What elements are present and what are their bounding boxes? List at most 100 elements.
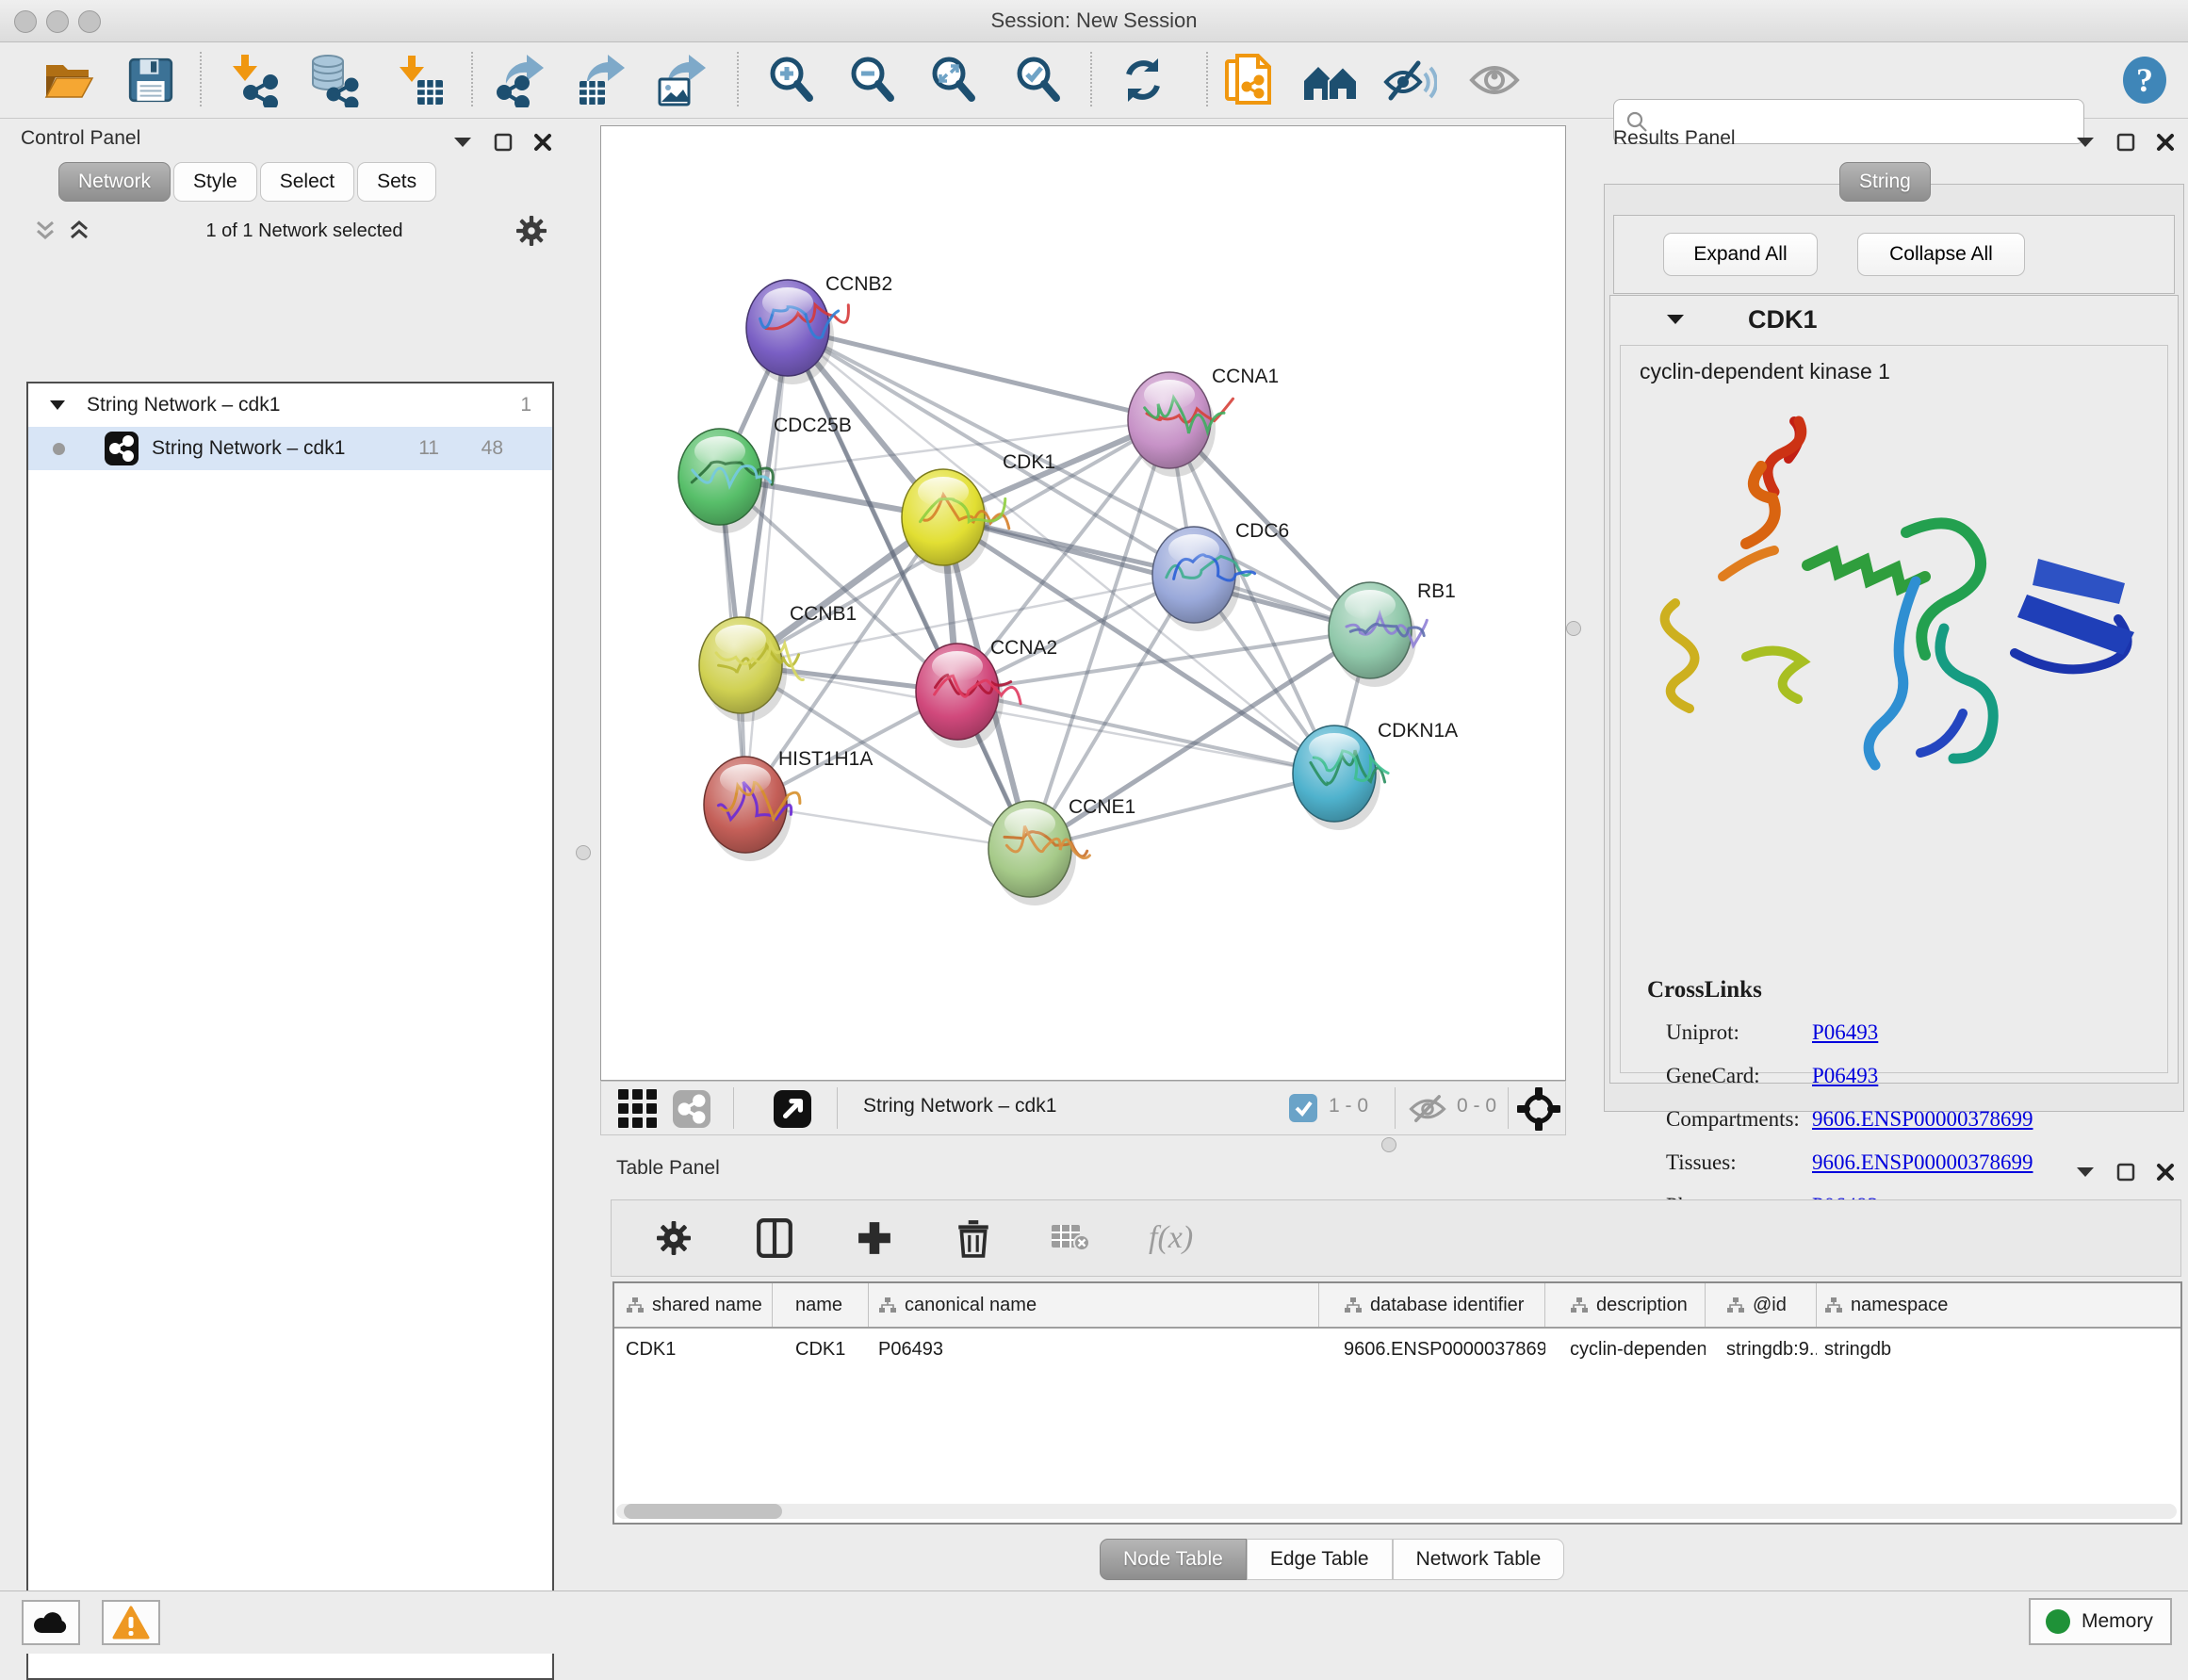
hide-selected-button[interactable] bbox=[1381, 52, 1438, 108]
export-table-button[interactable] bbox=[573, 52, 629, 108]
tab-string[interactable]: String bbox=[1839, 162, 1931, 202]
tab-network-table[interactable]: Network Table bbox=[1393, 1539, 1565, 1580]
crosslink-link[interactable]: P06493 bbox=[1812, 1020, 1878, 1045]
import-table-button[interactable] bbox=[391, 52, 448, 108]
column-header-canonical-name[interactable]: canonical name bbox=[869, 1283, 1319, 1327]
maximize-panel-icon[interactable] bbox=[2116, 1163, 2135, 1182]
network-view-mode-button[interactable] bbox=[673, 1090, 710, 1128]
selected-checkbox[interactable] bbox=[1289, 1094, 1317, 1122]
delete-table-icon[interactable] bbox=[1051, 1223, 1090, 1253]
zoom-selected-button[interactable] bbox=[1010, 52, 1067, 108]
network-collection-row[interactable]: String Network – cdk1 1 bbox=[28, 383, 552, 427]
column-header-namespace[interactable]: namespace bbox=[1817, 1283, 2180, 1327]
toolbar-separator bbox=[737, 52, 739, 106]
zoom-fit-button[interactable] bbox=[925, 52, 982, 108]
float-panel-icon[interactable] bbox=[452, 136, 473, 149]
export-network-button[interactable] bbox=[492, 52, 548, 108]
add-column-icon[interactable] bbox=[757, 1218, 792, 1258]
tab-style[interactable]: Style bbox=[173, 162, 257, 202]
tab-sets[interactable]: Sets bbox=[357, 162, 436, 202]
cloud-status-button[interactable] bbox=[22, 1600, 80, 1645]
float-panel-icon[interactable] bbox=[2075, 136, 2096, 149]
help-button[interactable]: ? bbox=[2116, 52, 2173, 108]
table-hscrollbar[interactable] bbox=[616, 1504, 2177, 1519]
expand-all-button[interactable]: Expand All bbox=[1663, 233, 1818, 276]
network-canvas[interactable]: CCNB2CCNA1CDC25BCDK1CDC6RB1CCNB1CCNA2CDK… bbox=[600, 125, 1566, 1081]
zoom-in-button[interactable] bbox=[763, 52, 820, 108]
import-network-button[interactable] bbox=[226, 52, 283, 108]
show-all-button[interactable] bbox=[1466, 52, 1523, 108]
maximize-panel-icon[interactable] bbox=[2116, 133, 2135, 152]
collapse-triangle-icon[interactable] bbox=[49, 400, 66, 411]
network-selected-status: 1 of 1 Network selected bbox=[92, 220, 516, 242]
float-panel-icon[interactable] bbox=[2075, 1166, 2096, 1179]
right-splitter-handle[interactable] bbox=[1566, 621, 1581, 636]
warning-status-button[interactable] bbox=[102, 1600, 160, 1645]
help-icon: ? bbox=[2120, 55, 2169, 106]
results-panel-title: Results Panel bbox=[1613, 127, 1736, 150]
column-header-shared-name[interactable]: shared name bbox=[614, 1283, 773, 1327]
eye-icon bbox=[1468, 60, 1521, 100]
column-header-name[interactable]: name bbox=[773, 1283, 869, 1327]
section-collapse-icon[interactable] bbox=[1665, 313, 1686, 326]
network-graph[interactable]: CCNB2CCNA1CDC25BCDK1CDC6RB1CCNB1CCNA2CDK… bbox=[601, 126, 1565, 1080]
eye-slash-icon bbox=[1382, 55, 1437, 106]
crosslink-link[interactable]: P06493 bbox=[1812, 1064, 1878, 1088]
open-session-button[interactable] bbox=[40, 52, 96, 108]
close-panel-icon[interactable] bbox=[2156, 133, 2175, 152]
tab-select[interactable]: Select bbox=[260, 162, 354, 202]
column-header-description[interactable]: description bbox=[1545, 1283, 1706, 1327]
delete-icon[interactable] bbox=[956, 1218, 990, 1258]
export-image-icon bbox=[655, 53, 710, 107]
tab-network[interactable]: Network bbox=[58, 162, 171, 202]
crosslink-link[interactable]: 9606.ENSP00000378699 bbox=[1812, 1107, 2033, 1132]
tab-node-table[interactable]: Node Table bbox=[1100, 1539, 1247, 1580]
zoom-selected-icon bbox=[1013, 54, 1064, 106]
close-panel-icon[interactable] bbox=[533, 133, 552, 152]
birdseye-toggle-button[interactable] bbox=[1517, 1087, 1560, 1131]
netbar-separator bbox=[1508, 1087, 1509, 1129]
save-floppy-icon bbox=[126, 56, 175, 105]
table-header-row: shared namenamecanonical namedatabase id… bbox=[614, 1283, 2180, 1329]
gear-icon[interactable] bbox=[516, 216, 547, 246]
collapse-all-icon[interactable] bbox=[32, 219, 58, 243]
column-header-database-identifier[interactable]: database identifier bbox=[1319, 1283, 1545, 1327]
export-image-button[interactable] bbox=[654, 52, 710, 108]
horizontal-splitter-handle[interactable] bbox=[1381, 1137, 1396, 1152]
string-documents-button[interactable] bbox=[1221, 52, 1278, 108]
column-header-@id[interactable]: @id bbox=[1706, 1283, 1817, 1327]
cell-@id: stringdb:9... bbox=[1706, 1329, 1817, 1370]
refresh-icon bbox=[1118, 55, 1168, 106]
left-splitter-handle[interactable] bbox=[576, 845, 591, 860]
gene-section-header[interactable]: CDK1 bbox=[1610, 296, 2178, 343]
zoom-out-button[interactable] bbox=[844, 52, 901, 108]
network-toolbar: String Network – cdk1 1 - 0 0 - 0 bbox=[600, 1081, 1566, 1135]
table-row[interactable]: CDK1CDK1P064939606.ENSP00000378699cyclin… bbox=[614, 1329, 2180, 1370]
network-row-selected[interactable]: String Network – cdk1 11 48 bbox=[28, 427, 552, 470]
refresh-button[interactable] bbox=[1115, 52, 1171, 108]
cell-namespace: stringdb bbox=[1817, 1329, 2180, 1370]
string-documents-icon bbox=[1224, 53, 1275, 107]
current-network-dot-icon bbox=[53, 443, 65, 455]
collapse-all-button[interactable]: Collapse All bbox=[1857, 233, 2025, 276]
save-session-button[interactable] bbox=[122, 52, 179, 108]
crosslinks-title: CrossLinks bbox=[1647, 977, 1762, 1003]
home-button[interactable] bbox=[1302, 52, 1359, 108]
grid-icon bbox=[618, 1089, 658, 1129]
zoom-out-icon bbox=[847, 54, 898, 106]
import-database-button[interactable] bbox=[306, 52, 363, 108]
scrollbar-thumb[interactable] bbox=[624, 1504, 782, 1519]
grid-view-button[interactable] bbox=[618, 1089, 658, 1129]
close-panel-icon[interactable] bbox=[2156, 1163, 2175, 1182]
function-builder-button[interactable]: f(x) bbox=[1149, 1220, 1193, 1256]
table-body: CDK1CDK1P064939606.ENSP00000378699cyclin… bbox=[614, 1329, 2180, 1370]
add-row-icon[interactable] bbox=[857, 1220, 892, 1256]
maximize-panel-icon[interactable] bbox=[494, 133, 513, 152]
tab-edge-table[interactable]: Edge Table bbox=[1247, 1539, 1393, 1580]
expand-all-icon[interactable] bbox=[66, 219, 92, 243]
memory-button[interactable]: Memory bbox=[2029, 1598, 2172, 1645]
detach-view-button[interactable] bbox=[774, 1090, 811, 1128]
hidden-toggle[interactable] bbox=[1408, 1093, 1447, 1125]
table-gear-icon[interactable] bbox=[657, 1221, 691, 1255]
node-label-cdc6: CDC6 bbox=[1235, 520, 1289, 542]
